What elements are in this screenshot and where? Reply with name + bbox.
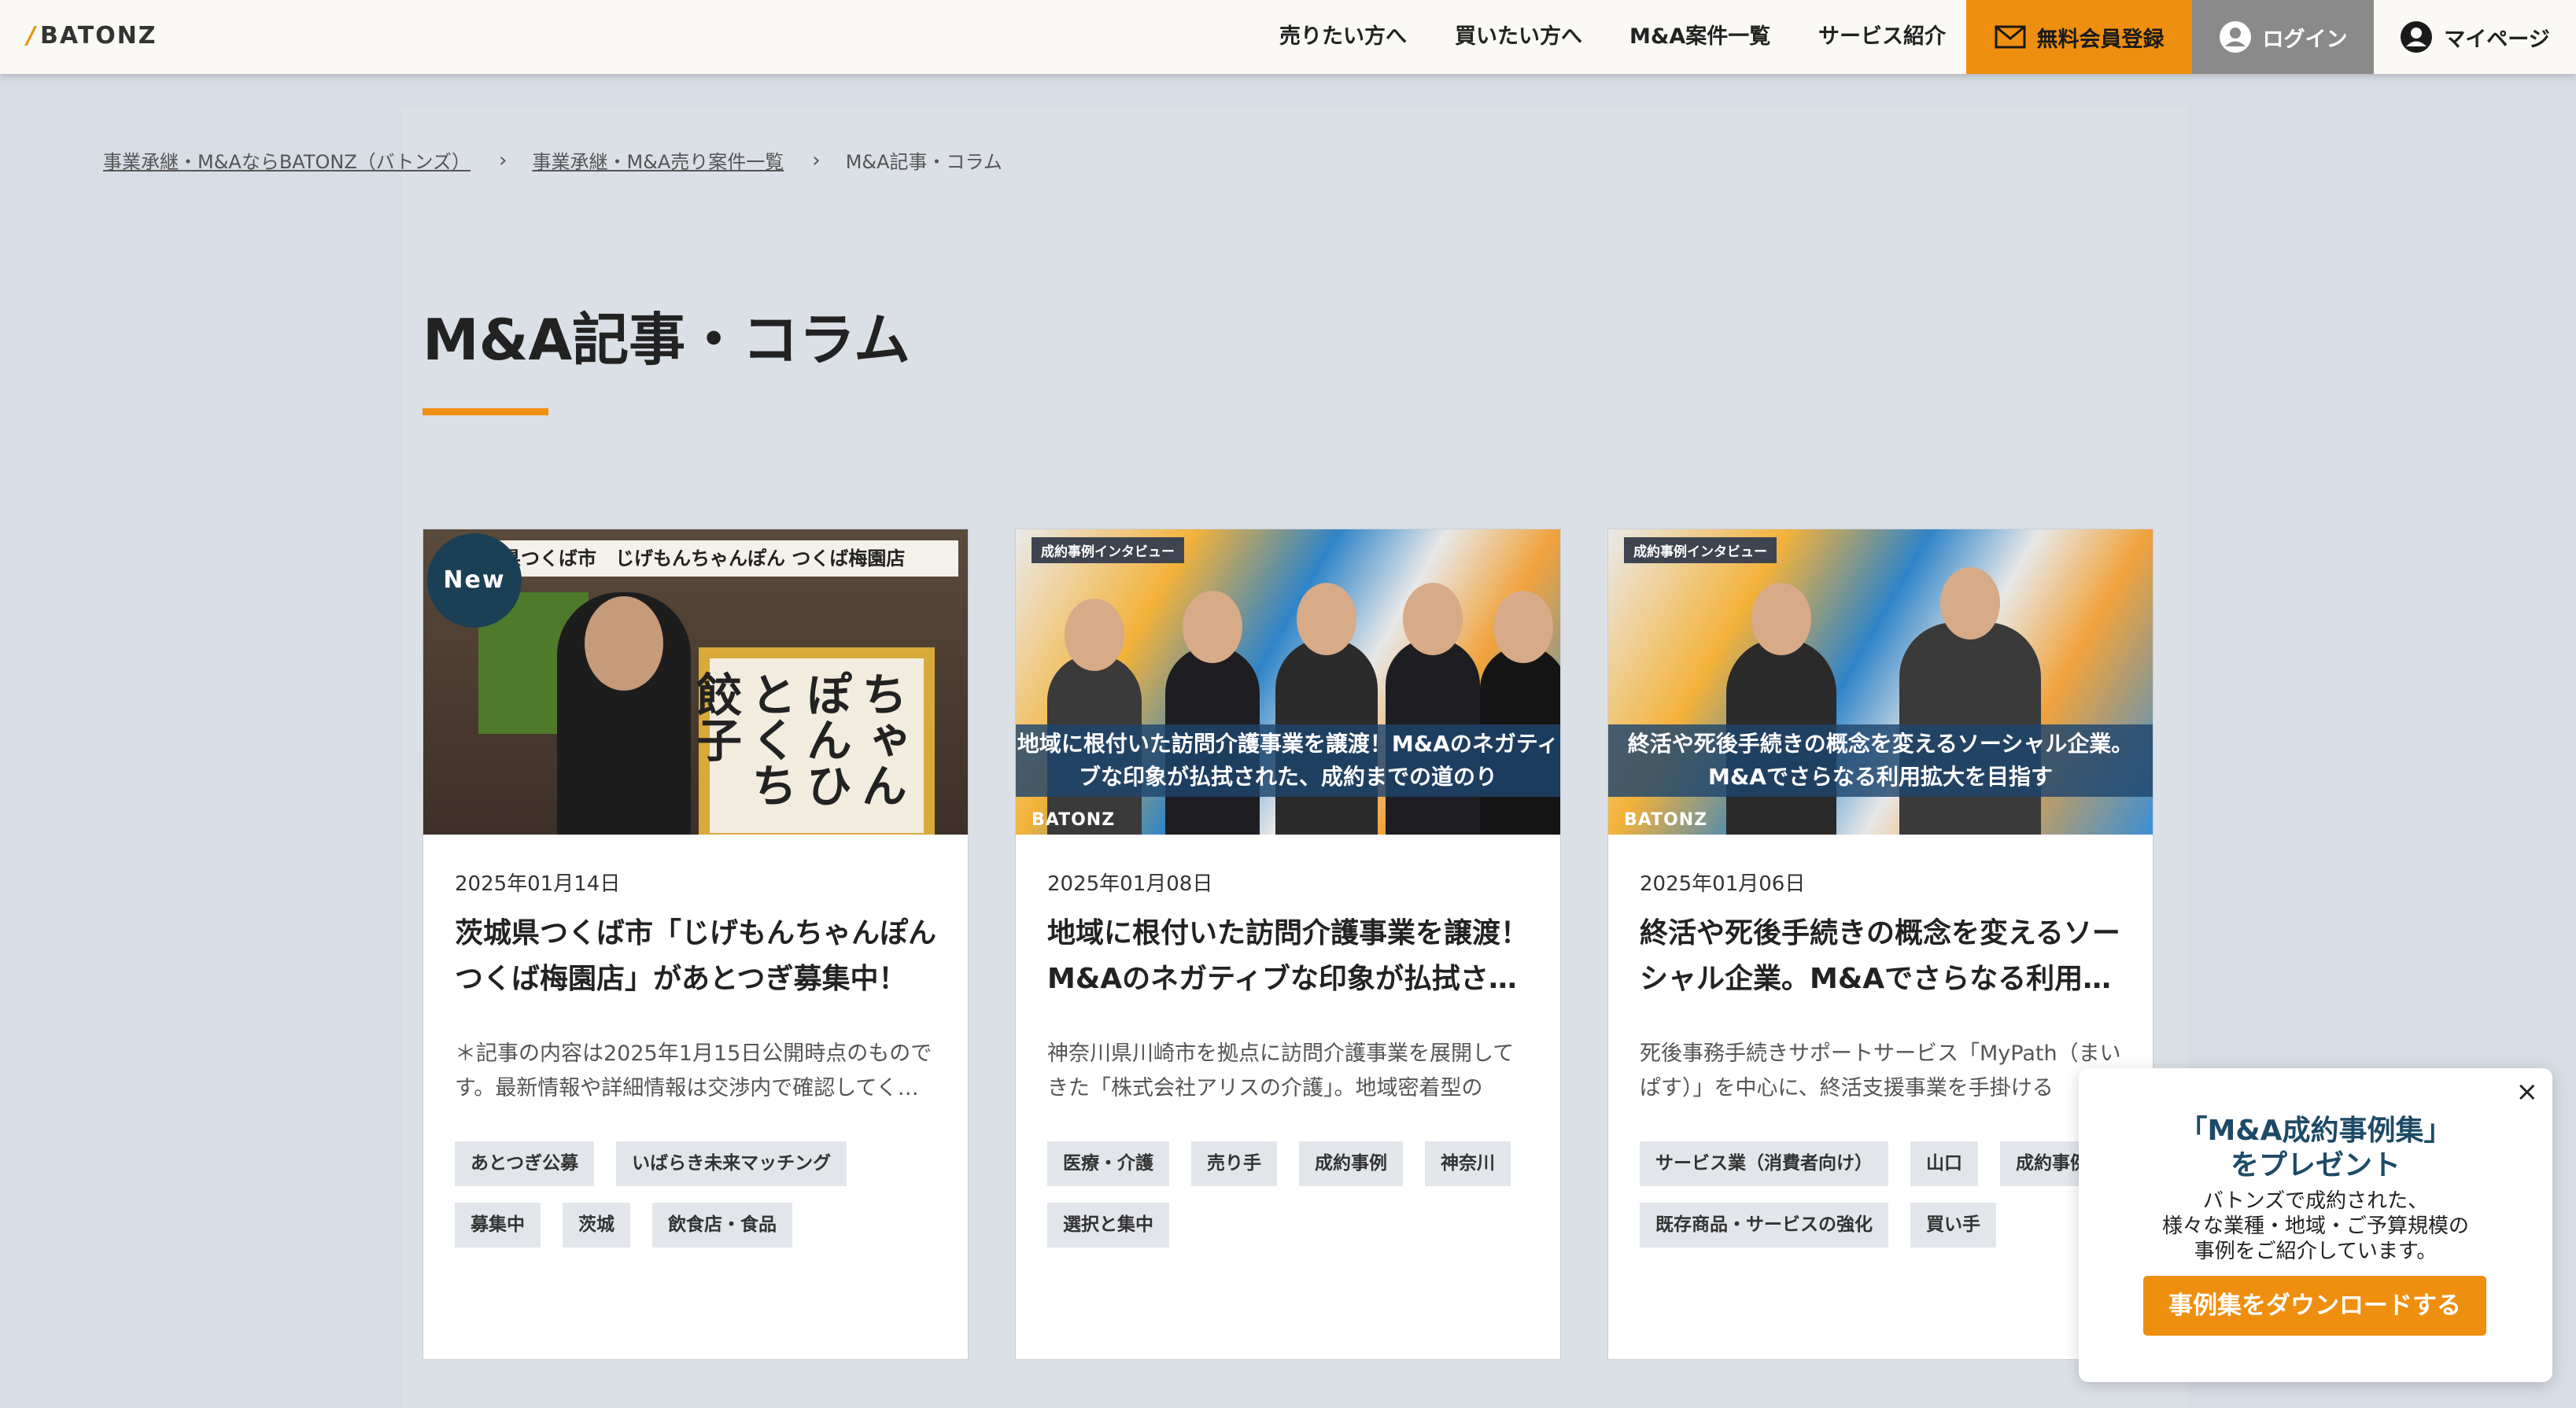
- register-button[interactable]: 無料会員登録: [1966, 0, 2192, 74]
- article-excerpt: ＊記事の内容は2025年1月15日公開時点のものです。最新情報や詳細情報は交渉内…: [455, 1041, 932, 1100]
- tag[interactable]: 医療・介護: [1047, 1141, 1169, 1186]
- tag[interactable]: あとつぎ公募: [455, 1141, 595, 1186]
- image-brand: BATONZ: [1624, 810, 1708, 830]
- tag[interactable]: 選択と集中: [1047, 1203, 1169, 1248]
- image-poster: ちゃんぽんひとくち餃子: [688, 647, 935, 835]
- popup-desc-line1: バトンズで成約された、: [2202, 1189, 2429, 1213]
- tag[interactable]: 神奈川: [1425, 1141, 1511, 1186]
- article-excerpt: 神奈川県川崎市を拠点に訪問介護事業を展開してきた「株式会社アリスの介護」。地域密…: [1047, 1041, 1515, 1100]
- article-date: 2025年01月14日: [455, 872, 621, 896]
- image-label: 成約事例インタビュー: [1624, 537, 1777, 563]
- popup-title-line2: をプレゼント: [2230, 1149, 2401, 1181]
- image-caption: 県つくば市 じげもんちゃんぽん つくば梅園店: [486, 540, 958, 577]
- poster-text: ちゃんぽんひとくち餃子: [688, 671, 907, 808]
- login-label: ログイン: [2262, 27, 2348, 52]
- chevron-right-icon: ›: [812, 148, 821, 172]
- article-title[interactable]: 終活や死後手続きの概念を変えるソーシャル企業。M&Aでさらなる利用拡大を目指す: [1640, 911, 2121, 1002]
- article-thumbnail[interactable]: 県つくば市 じげもんちゃんぽん つくば梅園店 ちゃんぽんひとくち餃子 New: [423, 529, 968, 835]
- download-button[interactable]: 事例集をダウンロードする: [2143, 1276, 2486, 1336]
- article-card[interactable]: 県つくば市 じげもんちゃんぽん つくば梅園店 ちゃんぽんひとくち餃子 New 2…: [423, 529, 969, 1360]
- nav-services[interactable]: サービス紹介: [1818, 0, 1946, 74]
- register-label: 無料会員登録: [2036, 27, 2165, 52]
- tag-list: 医療・介護 売り手 成約事例 神奈川 選択と集中: [1047, 1141, 1535, 1248]
- mypage-button[interactable]: マイページ: [2374, 0, 2576, 74]
- article-date: 2025年01月08日: [1047, 872, 1213, 896]
- tag[interactable]: いばらき未来マッチング: [616, 1141, 847, 1186]
- nav-sell[interactable]: 売りたい方へ: [1279, 0, 1407, 74]
- tag[interactable]: 募集中: [455, 1203, 541, 1248]
- tag[interactable]: サービス業（消費者向け）: [1640, 1141, 1888, 1186]
- popup-title-line1: 「M&A成約事例集」: [2179, 1115, 2452, 1147]
- breadcrumb-listings[interactable]: 事業承継・M&A売り案件一覧: [532, 146, 784, 174]
- article-date: 2025年01月06日: [1640, 872, 1806, 896]
- nav-listings[interactable]: M&A案件一覧: [1629, 0, 1770, 74]
- title-underline: [423, 408, 548, 415]
- mypage-label: マイページ: [2444, 27, 2550, 52]
- tag-list: サービス業（消費者向け） 山口 成約事例 既存商品・サービスの強化 買い手: [1640, 1141, 2128, 1248]
- image-banner: 終活や死後手続きの概念を変えるソーシャル企業。M&Aでさらなる利用拡大を目指す: [1608, 724, 2153, 797]
- site-header: / BATONZ 売りたい方へ 買いたい方へ M&A案件一覧 サービス紹介 無料会…: [0, 0, 2576, 74]
- tag[interactable]: 売り手: [1191, 1141, 1277, 1186]
- login-button[interactable]: ログイン: [2192, 0, 2374, 74]
- tag[interactable]: 成約事例: [1299, 1141, 1403, 1186]
- article-excerpt: 死後事務手続きサポートサービス「MyPath（まいぱす）」を中心に、終活支援事業…: [1640, 1041, 2121, 1100]
- popup-desc-line3: 事例をご紹介しています。: [2194, 1240, 2438, 1263]
- popup-description: バトンズで成約された、 様々な業種・地域・ご予算規模の 事例をご紹介しています。: [2079, 1189, 2552, 1264]
- popup-title: 「M&A成約事例集」 をプレゼント: [2079, 1114, 2552, 1183]
- page-title: M&A記事・コラム: [423, 307, 911, 373]
- article-thumbnail[interactable]: 成約事例インタビュー 地域に根付いた訪問介護事業を譲渡！M&Aのネガティブな印象…: [1016, 529, 1560, 835]
- image-brand: BATONZ: [1032, 810, 1116, 830]
- image-banner: 地域に根付いた訪問介護事業を譲渡！M&Aのネガティブな印象が払拭された、成約まで…: [1016, 724, 1560, 797]
- breadcrumb-home[interactable]: 事業承継・M&AならBATONZ（バトンズ）: [103, 146, 471, 174]
- close-icon[interactable]: ×: [2516, 1076, 2539, 1108]
- tag[interactable]: 茨城: [563, 1203, 630, 1248]
- breadcrumb: 事業承継・M&AならBATONZ（バトンズ） › 事業承継・M&A売り案件一覧 …: [103, 146, 1002, 174]
- account-icon: [2401, 21, 2433, 53]
- tag[interactable]: 飲食店・食品: [652, 1203, 792, 1248]
- batonz-logo[interactable]: / BATONZ: [27, 22, 157, 50]
- tag[interactable]: 買い手: [1910, 1203, 1996, 1248]
- nav-buy[interactable]: 買いたい方へ: [1455, 0, 1582, 74]
- article-card[interactable]: 成約事例インタビュー 地域に根付いた訪問介護事業を譲渡！M&Aのネガティブな印象…: [1015, 529, 1561, 1360]
- article-card[interactable]: 成約事例インタビュー 終活や死後手続きの概念を変えるソーシャル企業。M&Aでさら…: [1607, 529, 2153, 1360]
- popup-desc-line2: 様々な業種・地域・ご予算規模の: [2161, 1214, 2469, 1238]
- breadcrumb-current: M&A記事・コラム: [845, 151, 1002, 173]
- chevron-right-icon: ›: [499, 148, 507, 172]
- new-badge: New: [427, 533, 522, 628]
- article-title[interactable]: 茨城県つくば市「じげもんちゃんぽん つくば梅園店」があとつぎ募集中！: [455, 911, 936, 1002]
- account-icon: [2219, 21, 2251, 53]
- image-label: 成約事例インタビュー: [1032, 537, 1184, 563]
- case-study-popup: × 「M&A成約事例集」 をプレゼント バトンズで成約された、 様々な業種・地域…: [2079, 1068, 2552, 1382]
- article-thumbnail[interactable]: 成約事例インタビュー 終活や死後手続きの概念を変えるソーシャル企業。M&Aでさら…: [1608, 529, 2153, 835]
- tag[interactable]: 山口: [1910, 1141, 1978, 1186]
- article-title[interactable]: 地域に根付いた訪問介護事業を譲渡！M&Aのネガティブな印象が払拭された、成約まで…: [1047, 911, 1529, 1002]
- tag[interactable]: 既存商品・サービスの強化: [1640, 1203, 1888, 1248]
- tag-list: あとつぎ公募 いばらき未来マッチング 募集中 茨城 飲食店・食品: [455, 1141, 943, 1248]
- mail-icon: [1995, 25, 2025, 49]
